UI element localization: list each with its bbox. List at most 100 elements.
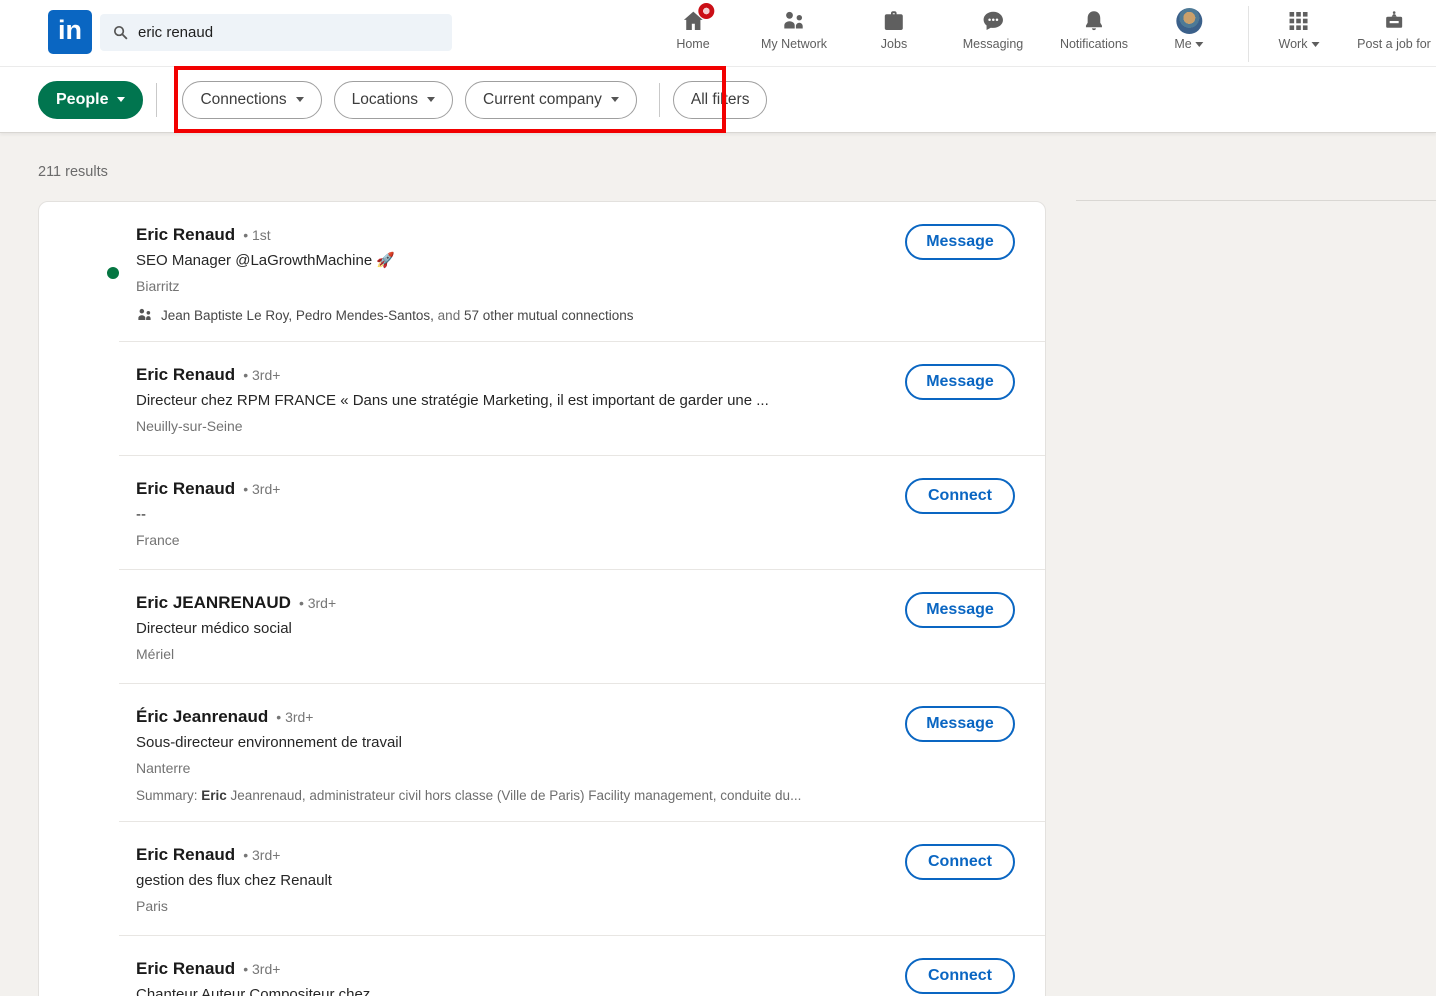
person-headline: Directeur médico social [136, 617, 866, 641]
mutual-connections[interactable]: Jean Baptiste Le Roy, Pedro Mendes-Santo… [136, 307, 866, 323]
person-result-row[interactable]: Éric Jeanrenaud • 3rd+ Sous-directeur en… [39, 684, 1045, 821]
summary-highlight: Eric [201, 788, 227, 803]
mutual-conjunction: and [434, 308, 464, 323]
work-grid-icon [1287, 7, 1311, 35]
nav-divider [1248, 6, 1249, 62]
person-result-row[interactable]: Eric Renaud • 3rd+ -- France Connect [39, 456, 1045, 569]
person-name-link[interactable]: Eric Renaud [136, 222, 235, 247]
linkedin-search-page: in eric renaud Home My Network Jobs [0, 0, 1436, 996]
chevron-down-icon [1311, 42, 1319, 47]
person-result-row[interactable]: Eric Renaud • 3rd+ gestion des flux chez… [39, 822, 1045, 935]
connection-degree: • 3rd+ [299, 595, 336, 611]
message-button[interactable]: Message [905, 706, 1015, 742]
person-name-link[interactable]: Eric Renaud [136, 842, 235, 867]
connect-button[interactable]: Connect [905, 478, 1015, 514]
linkedin-logo-text: in [58, 15, 82, 46]
person-result-row[interactable]: Eric Renaud • 1st SEO Manager @LaGrowthM… [39, 202, 1045, 341]
messaging-icon [980, 7, 1005, 35]
nav-item-label: Jobs [881, 37, 907, 51]
search-results-card: Eric Renaud • 1st SEO Manager @LaGrowthM… [38, 201, 1046, 996]
nav-item-notifications[interactable]: Notifications [1060, 7, 1128, 51]
connection-degree: • 3rd+ [243, 847, 280, 863]
filter-locations-label: Locations [352, 91, 418, 109]
filter-connections-button[interactable]: Connections [182, 81, 321, 119]
person-result-row[interactable]: Eric Renaud • 3rd+ Chanteur Auteur Compo… [39, 936, 1045, 996]
all-filters-button[interactable]: All filters [673, 81, 768, 119]
search-input[interactable]: eric renaud [100, 14, 452, 51]
jobs-icon [882, 7, 906, 35]
chevron-down-icon [611, 97, 619, 102]
chevron-down-icon [296, 97, 304, 102]
person-headline: SEO Manager @LaGrowthMachine 🚀 [136, 249, 866, 273]
filter-current-company-button[interactable]: Current company [465, 81, 637, 119]
chevron-down-icon [117, 97, 125, 102]
message-button[interactable]: Message [905, 364, 1015, 400]
notifications-icon [1082, 7, 1106, 35]
summary-prefix: Summary: [136, 788, 201, 803]
person-name-link[interactable]: Eric Renaud [136, 362, 235, 387]
person-result-row[interactable]: Eric JEANRENAUD • 3rd+ Directeur médico … [39, 570, 1045, 683]
summary-rest: Jeanrenaud, administrateur civil hors cl… [227, 788, 802, 803]
person-name-link[interactable]: Eric JEANRENAUD [136, 590, 291, 615]
right-rail-divider [1076, 200, 1436, 201]
my-network-icon [781, 7, 806, 35]
me-avatar [1176, 8, 1202, 34]
nav-item-label: Post a job for [1357, 37, 1431, 51]
nav-item-label: Work [1279, 37, 1308, 51]
person-headline: Directeur chez RPM FRANCE « Dans une str… [136, 389, 866, 413]
nav-item-jobs[interactable]: Jobs [881, 7, 907, 51]
mutual-count: 57 other mutual connections [464, 308, 634, 323]
connect-button[interactable]: Connect [905, 844, 1015, 880]
search-filter-bar: People Connections Locations Current com… [0, 67, 1436, 133]
person-headline: Chanteur Auteur Compositeur chez ... [136, 983, 866, 996]
connection-degree: • 1st [243, 227, 270, 243]
person-location: France [136, 530, 866, 551]
connection-degree: • 3rd+ [276, 709, 313, 725]
person-location: Mériel [136, 644, 866, 665]
filter-locations-button[interactable]: Locations [334, 81, 453, 119]
nav-item-label: Messaging [963, 37, 1023, 51]
person-headline: -- [136, 503, 866, 527]
filter-current-company-label: Current company [483, 91, 602, 109]
nav-item-post-a-job[interactable]: Post a job for [1357, 7, 1431, 51]
person-summary: Summary: Eric Jeanrenaud, administrateur… [136, 788, 866, 803]
filter-connections-label: Connections [200, 91, 286, 109]
person-headline: Sous-directeur environnement de travail [136, 731, 866, 755]
nav-item-label: Me [1174, 37, 1191, 51]
linkedin-logo[interactable]: in [48, 10, 92, 54]
connection-degree: • 3rd+ [243, 367, 280, 383]
nav-item-home[interactable]: Home [676, 7, 709, 51]
person-location: Paris [136, 896, 866, 917]
search-icon [112, 24, 129, 41]
message-button[interactable]: Message [905, 224, 1015, 260]
person-location: Neuilly-sur-Seine [136, 416, 866, 437]
nav-item-label: Notifications [1060, 37, 1128, 51]
home-icon [681, 7, 705, 35]
nav-item-my-network[interactable]: My Network [761, 7, 827, 51]
person-location: Biarritz [136, 276, 866, 297]
post-a-job-icon [1382, 7, 1406, 35]
chevron-down-icon [1196, 42, 1204, 47]
home-notification-badge [698, 3, 714, 19]
mutual-names: Jean Baptiste Le Roy, Pedro Mendes-Santo… [161, 308, 434, 323]
nav-item-messaging[interactable]: Messaging [963, 7, 1023, 51]
person-name-link[interactable]: Eric Renaud [136, 476, 235, 501]
search-value: eric renaud [138, 24, 213, 41]
chevron-down-icon [427, 97, 435, 102]
nav-item-me[interactable]: Me [1174, 7, 1203, 51]
nav-item-work[interactable]: Work [1279, 7, 1320, 51]
mutual-connections-icon [136, 307, 153, 323]
connect-button[interactable]: Connect [905, 958, 1015, 994]
person-name-link[interactable]: Éric Jeanrenaud [136, 704, 268, 729]
connection-degree: • 3rd+ [243, 961, 280, 977]
person-result-row[interactable]: Eric Renaud • 3rd+ Directeur chez RPM FR… [39, 342, 1045, 455]
filter-people-label: People [56, 91, 108, 109]
nav-item-label: My Network [761, 37, 827, 51]
connection-degree: • 3rd+ [243, 481, 280, 497]
person-headline: gestion des flux chez Renault [136, 869, 866, 893]
results-count: 211 results [38, 164, 108, 180]
message-button[interactable]: Message [905, 592, 1015, 628]
filter-people-button[interactable]: People [38, 81, 143, 119]
nav-item-label: Home [676, 37, 709, 51]
person-name-link[interactable]: Eric Renaud [136, 956, 235, 981]
